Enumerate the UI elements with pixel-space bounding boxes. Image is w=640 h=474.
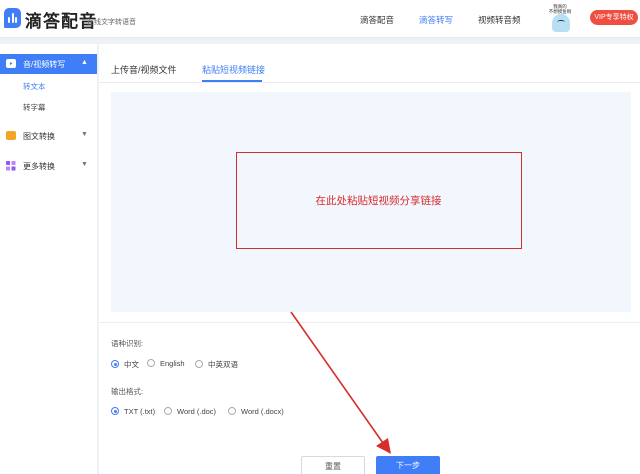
annotation-arrow xyxy=(290,311,391,454)
